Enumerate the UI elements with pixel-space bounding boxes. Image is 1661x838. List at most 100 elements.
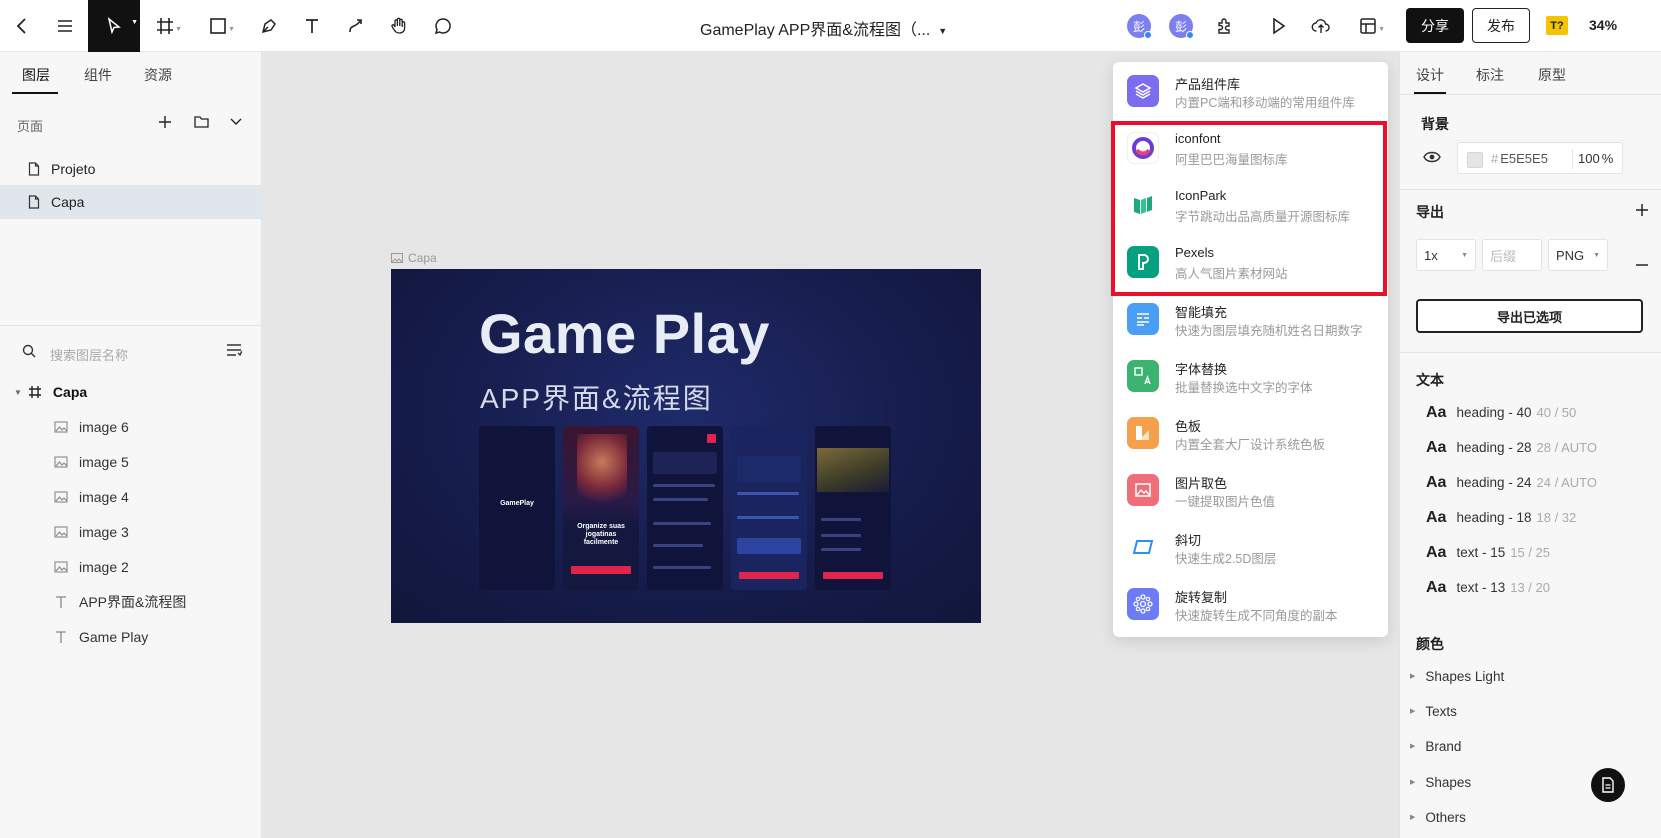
plugin-item[interactable]: 图片取色 一键提取图片色值 (1113, 461, 1388, 518)
text-style-item[interactable]: Aa heading - 24 24 / AUTO (1426, 474, 1597, 494)
palette-icon (1127, 417, 1159, 449)
plugin-icon[interactable] (1206, 7, 1244, 45)
export-format-select[interactable]: PNG ▼ (1548, 239, 1608, 271)
document-title[interactable]: GamePlay APP界面&流程图（... ▼ (700, 16, 947, 40)
color-group-item[interactable]: ▶ Shapes (1410, 772, 1471, 792)
document-icon[interactable] (1591, 768, 1625, 802)
color-group-item[interactable]: ▶ Brand (1410, 736, 1461, 756)
remove-export-icon[interactable] (1635, 254, 1649, 269)
tab-indicator (12, 92, 58, 94)
phone-cta (571, 566, 631, 574)
menu-icon[interactable] (46, 7, 84, 45)
hash-symbol: # (1491, 151, 1499, 166)
add-page-icon[interactable] (154, 111, 176, 133)
hand-tool-icon[interactable] (380, 7, 418, 45)
connector-tool-icon[interactable] (337, 7, 375, 45)
frame-label[interactable]: Capa (391, 251, 437, 265)
highlight-box (1111, 121, 1387, 296)
text-style-item[interactable]: Aa heading - 40 40 / 50 (1426, 404, 1576, 424)
text-style-item[interactable]: Aa heading - 18 18 / 32 (1426, 509, 1576, 529)
page-item-capa[interactable]: Capa (0, 185, 262, 219)
tab-design[interactable]: 设计 (1416, 65, 1444, 85)
back-icon[interactable] (3, 7, 41, 45)
tab-components[interactable]: 组件 (84, 65, 112, 85)
layer-item[interactable]: image 3 (0, 515, 262, 549)
tq-badge[interactable]: T? (1546, 16, 1568, 35)
comment-tool-icon[interactable] (424, 7, 462, 45)
plugin-item[interactable]: 产品组件库 内置PC端和移动端的常用组件库 (1113, 62, 1388, 119)
color-swatch[interactable] (1467, 152, 1483, 168)
caret-right-icon: ▶ (1410, 779, 1416, 786)
caret-down-icon[interactable]: ▼ (14, 388, 22, 397)
color-group-item[interactable]: ▶ Texts (1410, 701, 1457, 721)
tab-annotate[interactable]: 标注 (1476, 65, 1504, 85)
tab-layers[interactable]: 图层 (22, 65, 50, 85)
text-style-meta: 18 / 32 (1536, 510, 1577, 525)
plugin-item[interactable]: 色板 内置全套大厂设计系统色板 (1113, 404, 1388, 461)
text-style-item[interactable]: Aa heading - 28 28 / AUTO (1426, 439, 1597, 459)
layer-item[interactable]: Game Play (0, 620, 262, 654)
export-scale-select[interactable]: 1x ▼ (1416, 239, 1476, 271)
move-tool-button[interactable]: ▼ (88, 0, 140, 52)
layer-search[interactable]: 搜索图层名称 (0, 330, 262, 376)
caret-right-icon: ▶ (1410, 814, 1416, 821)
export-suffix-placeholder: 后缀 (1490, 248, 1517, 264)
text-style-meta: 28 / AUTO (1536, 440, 1597, 455)
layer-item[interactable]: image 5 (0, 445, 262, 479)
frame-tool-icon[interactable]: ▼ (146, 7, 184, 45)
layer-item[interactable]: image 6 (0, 410, 262, 444)
layer-frame-capa[interactable]: ▼ Capa (0, 375, 262, 409)
artboard-subtitle: APP界面&流程图 (480, 383, 713, 414)
text-style-name: text - 15 (1456, 545, 1506, 560)
export-selected-button[interactable]: 导出已选项 (1416, 299, 1643, 333)
layer-item[interactable]: image 4 (0, 480, 262, 514)
layout-icon[interactable]: ▼ (1349, 7, 1387, 45)
add-export-icon[interactable] (1635, 203, 1649, 220)
tab-prototype[interactable]: 原型 (1538, 65, 1566, 85)
plugin-item[interactable]: 智能填充 快速为图层填充随机姓名日期数字 (1113, 290, 1388, 347)
zoom-level[interactable]: 34% (1589, 17, 1617, 33)
publish-button[interactable]: 发布 (1472, 8, 1530, 43)
color-group-item[interactable]: ▶ Others (1410, 807, 1466, 827)
page-item-projeto[interactable]: Projeto (0, 152, 262, 186)
font-replace-icon (1127, 360, 1159, 392)
color-group-name: Brand (1425, 738, 1462, 754)
avatar[interactable]: 彭 (1127, 14, 1152, 39)
background-opacity-input[interactable]: 100 (1578, 151, 1600, 166)
background-hex-input[interactable]: E5E5E5 (1500, 151, 1548, 166)
text-style-item[interactable]: Aa text - 13 13 / 20 (1426, 579, 1550, 599)
search-input[interactable]: 搜索图层名称 (50, 345, 128, 364)
plugin-item[interactable]: 字体替换 批量替换选中文字的字体 (1113, 347, 1388, 404)
phone-mockup (731, 426, 807, 590)
plugin-item[interactable]: 斜切 快速生成2.5D图层 (1113, 518, 1388, 575)
avatar-initial: 彭 (1174, 19, 1187, 34)
background-fill-field[interactable]: # E5E5E5 100% (1457, 142, 1623, 174)
phone-line (653, 544, 703, 547)
color-group-item[interactable]: ▶ Shapes Light (1410, 666, 1504, 686)
artboard-capa[interactable]: Game Play APP界面&流程图 GamePlay Organize su… (391, 269, 981, 623)
plugin-item[interactable]: 旋转复制 快速旋转生成不同角度的副本 (1113, 575, 1388, 632)
text-style-name: heading - 24 (1456, 475, 1532, 490)
upload-icon[interactable] (1302, 7, 1340, 45)
filter-icon[interactable] (226, 343, 242, 357)
chevron-down-icon: ▼ (1461, 252, 1468, 259)
export-suffix-input[interactable]: 后缀 (1482, 239, 1542, 271)
text-tool-icon[interactable] (293, 7, 331, 45)
layer-item[interactable]: image 2 (0, 550, 262, 584)
play-icon[interactable] (1259, 7, 1297, 45)
pen-tool-icon[interactable] (250, 7, 288, 45)
text-style-preview: Aa (1426, 474, 1447, 491)
layer-item[interactable]: APP界面&流程图 (0, 585, 262, 619)
plugin-desc: 快速生成2.5D图层 (1175, 552, 1277, 566)
phone-logo: GamePlay (500, 500, 534, 507)
text-style-item[interactable]: Aa text - 15 15 / 25 (1426, 544, 1550, 564)
chevron-down-icon[interactable] (225, 111, 247, 133)
plugin-name: 字体替换 (1175, 362, 1228, 377)
folder-icon[interactable] (190, 111, 212, 133)
phone-mockup: GamePlay (479, 426, 555, 590)
rectangle-tool-icon[interactable]: ▼ (199, 7, 237, 45)
eye-icon[interactable] (1423, 150, 1441, 167)
tab-assets[interactable]: 资源 (144, 65, 172, 85)
share-button[interactable]: 分享 (1406, 8, 1464, 43)
avatar[interactable]: 彭 (1169, 14, 1194, 39)
